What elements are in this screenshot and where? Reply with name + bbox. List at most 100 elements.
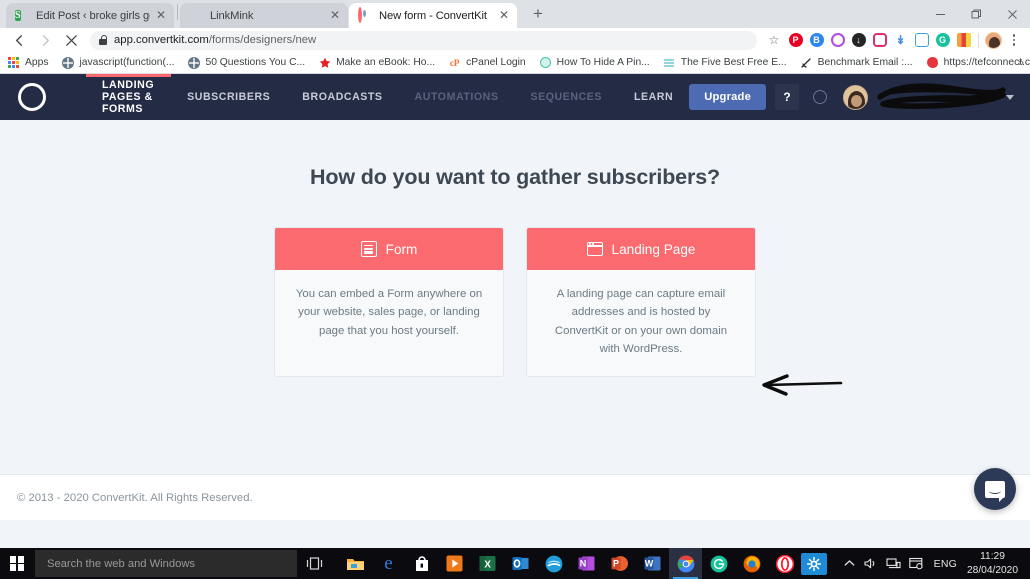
bookmark-star-icon[interactable]: ☆ bbox=[763, 33, 785, 47]
grammarly-extension-icon[interactable]: G bbox=[932, 30, 953, 51]
extensions-divider bbox=[978, 32, 979, 48]
url-host: app.convertkit.com bbox=[114, 34, 209, 46]
network-icon[interactable] bbox=[883, 548, 905, 579]
opera-icon[interactable] bbox=[768, 548, 801, 579]
tab-close-icon[interactable]: ✕ bbox=[497, 8, 511, 23]
tab-title: Edit Post ‹ broke girls get fixed — bbox=[36, 9, 150, 22]
rocket-icon bbox=[800, 56, 813, 69]
new-tab-button[interactable]: + bbox=[524, 0, 552, 28]
close-icon[interactable] bbox=[994, 0, 1030, 28]
tab-title: LinkMink bbox=[210, 9, 254, 22]
card-landing-page-header[interactable]: Landing Page bbox=[527, 228, 755, 270]
onenote-icon[interactable]: N bbox=[570, 548, 603, 579]
bookmark-item[interactable]: javascript(function(... bbox=[61, 56, 174, 69]
bookmark-label: javascript(function(... bbox=[79, 57, 175, 68]
instagram-extension-icon[interactable] bbox=[869, 30, 890, 51]
grammarly-icon[interactable] bbox=[702, 548, 735, 579]
action-center-icon[interactable] bbox=[905, 548, 927, 579]
tab-close-icon[interactable]: ✕ bbox=[154, 8, 168, 23]
bookmark-item[interactable]: https://tefconnect.c... bbox=[926, 56, 1030, 69]
stop-x-icon[interactable] bbox=[58, 29, 84, 51]
edge-icon[interactable]: e bbox=[372, 548, 405, 579]
star-red-icon bbox=[318, 56, 331, 69]
convertkit-logo[interactable] bbox=[18, 83, 46, 111]
browser-tab[interactable]: S Edit Post ‹ broke girls get fixed — ✕ bbox=[6, 3, 174, 28]
card-form[interactable]: Form You can embed a Form anywhere on yo… bbox=[274, 227, 504, 377]
windows-taskbar: Search the web and Windows e X N P W ENG… bbox=[0, 548, 1030, 579]
bookmark-label: The Five Best Free E... bbox=[680, 57, 787, 68]
upgrade-button[interactable]: Upgrade bbox=[689, 84, 766, 110]
bookmarks-overflow-icon[interactable]: » bbox=[1018, 57, 1024, 69]
bluearrow-extension-icon[interactable]: ↡ bbox=[890, 30, 911, 51]
chat-bubble-icon bbox=[985, 480, 1005, 502]
card-landing-page-description: A landing page can capture email address… bbox=[554, 288, 728, 356]
buffer-extension-icon[interactable]: B bbox=[806, 30, 827, 51]
firefox-icon[interactable] bbox=[735, 548, 768, 579]
clock-date: 28/04/2020 bbox=[967, 564, 1018, 576]
card-landing-page[interactable]: Landing Page A landing page can capture … bbox=[526, 227, 756, 377]
teal-circle-icon bbox=[539, 56, 552, 69]
lines-icon bbox=[663, 56, 676, 69]
windows-start-icon[interactable] bbox=[0, 548, 34, 579]
extensions-area: P B ↓ ↡ G bbox=[785, 30, 1024, 51]
media-player-icon[interactable] bbox=[438, 548, 471, 579]
app-footer: © 2013 - 2020 ConvertKit. All Rights Res… bbox=[0, 474, 1030, 520]
shopify-s-icon: S bbox=[15, 9, 21, 21]
bookmark-item[interactable]: How To Hide A Pin... bbox=[539, 56, 650, 69]
bookmark-item[interactable]: 50 Questions You C... bbox=[187, 56, 305, 69]
powerpoint-icon[interactable]: P bbox=[603, 548, 636, 579]
bookmark-apps[interactable]: Apps bbox=[7, 56, 48, 69]
back-arrow-icon[interactable] bbox=[6, 29, 32, 51]
chrome-icon[interactable] bbox=[669, 548, 702, 579]
restore-icon[interactable] bbox=[958, 0, 994, 28]
pinterest-extension-icon[interactable]: P bbox=[785, 30, 806, 51]
settings-icon[interactable] bbox=[801, 552, 827, 575]
sound-icon[interactable] bbox=[861, 548, 883, 579]
word-icon[interactable]: W bbox=[636, 548, 669, 579]
colorful-extension-icon[interactable] bbox=[953, 30, 974, 51]
search-input[interactable]: Search the web and Windows bbox=[35, 550, 297, 577]
bookmark-item[interactable]: Benchmark Email :... bbox=[800, 56, 913, 69]
nav-item-learn[interactable]: LEARN bbox=[618, 74, 689, 120]
intercom-chat-bubble[interactable] bbox=[974, 468, 1016, 510]
browser-tab-active[interactable]: New form - ConvertKit ✕ bbox=[349, 3, 517, 28]
task-view-icon[interactable] bbox=[297, 548, 331, 579]
profile-avatar[interactable] bbox=[983, 30, 1004, 51]
chrome-menu-icon[interactable] bbox=[1004, 30, 1024, 51]
address-bar[interactable]: app.convertkit.com/forms/designers/new bbox=[90, 30, 757, 50]
outlook-icon[interactable] bbox=[504, 548, 537, 579]
nav-item-sequences[interactable]: SEQUENCES bbox=[514, 74, 617, 120]
chevron-down-icon[interactable] bbox=[1006, 94, 1014, 100]
circle-extension-icon[interactable] bbox=[827, 30, 848, 51]
nav-item-label: BROADCASTS bbox=[302, 91, 383, 103]
nav-item-label: LEARN bbox=[633, 91, 674, 103]
red-blob-icon bbox=[926, 56, 939, 69]
screenshot-extension-icon[interactable] bbox=[911, 30, 932, 51]
avatar[interactable] bbox=[843, 84, 868, 110]
bookmark-item[interactable]: Make an eBook: Ho... bbox=[318, 56, 435, 69]
skype-icon[interactable] bbox=[537, 548, 570, 579]
download-extension-icon[interactable]: ↓ bbox=[848, 30, 869, 51]
forward-arrow-icon[interactable] bbox=[32, 29, 58, 51]
help-button[interactable]: ? bbox=[775, 84, 799, 110]
browser-tab[interactable]: LinkMink ✕ bbox=[180, 3, 348, 28]
tab-separator bbox=[177, 4, 178, 20]
show-hidden-icons-icon[interactable] bbox=[839, 548, 861, 579]
nav-item-automations[interactable]: AUTOMATIONS bbox=[399, 74, 515, 120]
card-form-header[interactable]: Form bbox=[275, 228, 503, 270]
globe-icon bbox=[61, 56, 74, 69]
nav-item-subscribers[interactable]: SUBSCRIBERS bbox=[171, 74, 286, 120]
excel-icon[interactable]: X bbox=[471, 548, 504, 579]
bookmark-item[interactable]: The Five Best Free E... bbox=[663, 56, 787, 69]
tab-close-icon[interactable]: ✕ bbox=[328, 8, 342, 23]
microsoft-store-icon[interactable] bbox=[405, 548, 438, 579]
clock-time: 11:29 bbox=[980, 551, 1005, 563]
language-indicator[interactable]: ENG bbox=[934, 558, 957, 570]
circle-icon[interactable] bbox=[813, 90, 827, 104]
minimize-icon[interactable] bbox=[922, 0, 958, 28]
file-explorer-icon[interactable] bbox=[339, 548, 372, 579]
clock[interactable]: 11:29 28/04/2020 bbox=[964, 550, 1025, 577]
nav-item-broadcasts[interactable]: BROADCASTS bbox=[286, 74, 398, 120]
bookmark-item[interactable]: cP cPanel Login bbox=[448, 56, 526, 69]
nav-item-landing-pages-and-forms[interactable]: LANDING PAGES & FORMS bbox=[86, 74, 172, 120]
